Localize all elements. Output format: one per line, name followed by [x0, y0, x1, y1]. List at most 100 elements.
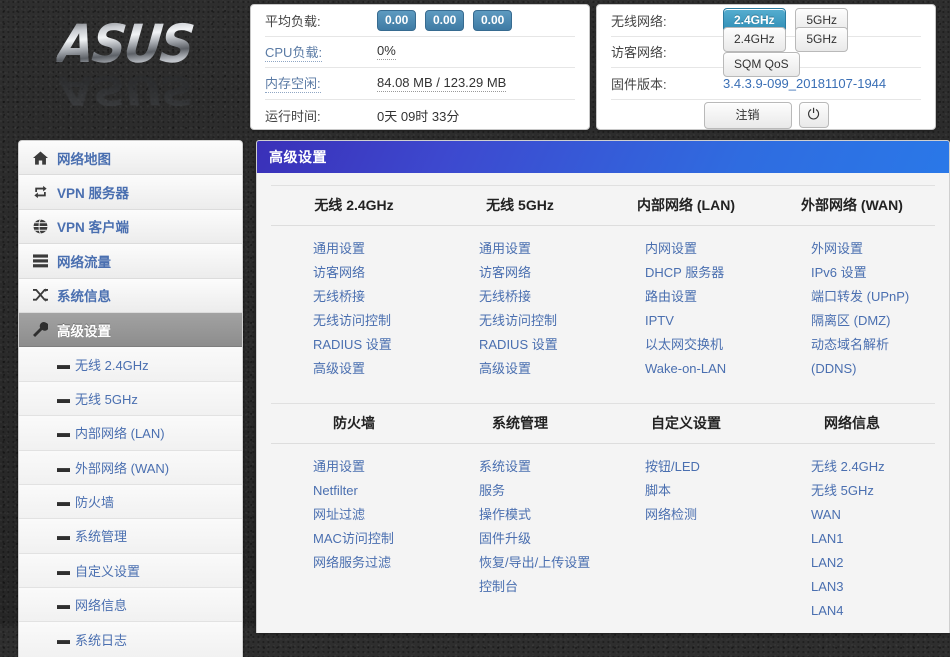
asus-wordmark-reflection: ASUS	[55, 66, 195, 114]
settings-link[interactable]: 按钮/LED	[645, 455, 761, 479]
settings-link[interactable]: 高级设置	[479, 357, 595, 381]
settings-link[interactable]: 内网设置	[645, 237, 761, 261]
settings-link[interactable]: 通用设置	[313, 237, 429, 261]
settings-link[interactable]: 外网设置	[811, 237, 927, 261]
column-links-administration: 系统设置 服务 操作模式 固件升级 恢复/导出/上传设置 控制台	[437, 455, 603, 623]
settings-link[interactable]: 脚本	[645, 479, 761, 503]
settings-link[interactable]: IPTV	[645, 309, 761, 333]
settings-link[interactable]: 服务	[479, 479, 595, 503]
settings-link[interactable]: 系统设置	[479, 455, 595, 479]
settings-link[interactable]: 高级设置	[313, 357, 429, 381]
settings-link[interactable]: 无线访问控制	[313, 309, 429, 333]
sidebar-item-vpn-client[interactable]: VPN 客户端	[19, 209, 242, 245]
sidebar-subitem-lan[interactable]: ▬ 内部网络 (LAN)	[19, 416, 242, 451]
settings-link[interactable]: LAN4	[811, 599, 927, 623]
sidebar-subitem-system-log[interactable]: ▬ 系统日志	[19, 622, 242, 657]
memory-free-label-wrap: 内存空闲:	[265, 73, 377, 94]
dash-icon: ▬	[57, 459, 70, 475]
guest-5ghz-button[interactable]: 5GHz	[795, 26, 848, 52]
settings-link[interactable]: 操作模式	[479, 503, 595, 527]
column-heading: 防火墙	[333, 415, 375, 431]
memory-free-label[interactable]: 内存空闲:	[265, 73, 321, 94]
server-bars-icon	[33, 254, 57, 268]
settings-link[interactable]: WAN	[811, 503, 927, 527]
sidebar-item-network-map[interactable]: 网络地图	[19, 141, 242, 176]
sqm-qos-button[interactable]: SQM QoS	[723, 51, 800, 77]
sidebar-item-advanced-settings[interactable]: 高级设置	[19, 312, 242, 348]
sidebar-subitem-network-info[interactable]: ▬ 网络信息	[19, 588, 242, 623]
wireless-network-label: 无线网络:	[611, 13, 667, 29]
settings-link[interactable]: Netfilter	[313, 479, 429, 503]
settings-link[interactable]: MAC访问控制	[313, 527, 429, 551]
settings-link[interactable]: Wake-on-LAN	[645, 357, 761, 381]
dash-icon: ▬	[57, 390, 70, 406]
dash-icon: ▬	[57, 494, 70, 510]
settings-link[interactable]: 无线 2.4GHz	[811, 455, 927, 479]
settings-link[interactable]: 固件升级	[479, 527, 595, 551]
settings-link[interactable]: 恢复/导出/上传设置	[479, 551, 595, 575]
sidebar-subitem-wireless-5ghz[interactable]: ▬ 无线 5GHz	[19, 381, 242, 417]
sidebar-item-vpn-server[interactable]: VPN 服务器	[19, 175, 242, 210]
settings-link[interactable]: 网络检测	[645, 503, 761, 527]
main-content: 高级设置 无线 2.4GHz 无线 5GHz 内部网络 (LAN) 外部网络 (…	[256, 140, 950, 633]
wrench-icon	[33, 322, 57, 338]
settings-link[interactable]: 控制台	[479, 575, 595, 599]
load-badge: 0.00	[472, 9, 513, 31]
settings-link[interactable]: 动态域名解析 (DDNS)	[811, 333, 927, 381]
sidebar-item-system-info[interactable]: 系统信息	[19, 278, 242, 313]
memory-free-value: 84.08 MB / 123.29 MB	[377, 74, 507, 92]
settings-link[interactable]: LAN1	[811, 527, 927, 551]
firmware-version-value[interactable]: 3.4.3.9-099_20181107-1944	[723, 76, 886, 91]
guest-24ghz-button[interactable]: 2.4GHz	[723, 26, 786, 52]
settings-link[interactable]: 无线 5GHz	[811, 479, 927, 503]
settings-link[interactable]: 无线访问控制	[479, 309, 595, 333]
sidebar-subitem-label: 无线 2.4GHz	[75, 357, 149, 373]
column-heading: 无线 2.4GHz	[314, 197, 394, 213]
settings-link[interactable]: RADIUS 设置	[313, 333, 429, 357]
asus-logo: ASUS ASUS	[54, 13, 196, 114]
dash-icon: ▬	[57, 597, 70, 613]
settings-link[interactable]: 通用设置	[313, 455, 429, 479]
asus-wordmark: ASUS	[54, 13, 196, 75]
logout-row: 注销 ⏻	[611, 100, 921, 132]
settings-link[interactable]: 访客网络	[479, 261, 595, 285]
uptime-value: 0天 09时 33分	[377, 108, 460, 124]
sidebar-subitem-administration[interactable]: ▬ 系统管理	[19, 519, 242, 554]
sidebar-subitem-firewall[interactable]: ▬ 防火墙	[19, 484, 242, 520]
uptime-label: 运行时间:	[265, 108, 321, 124]
home-icon	[33, 151, 57, 165]
settings-link[interactable]: 路由设置	[645, 285, 761, 309]
settings-link[interactable]: RADIUS 设置	[479, 333, 595, 357]
column-links-lan: 内网设置 DHCP 服务器 路由设置 IPTV 以太网交换机 Wake-on-L…	[603, 237, 769, 381]
settings-link[interactable]: 隔离区 (DMZ)	[811, 309, 927, 333]
settings-link[interactable]: LAN3	[811, 575, 927, 599]
dash-icon: ▬	[57, 425, 70, 441]
settings-link[interactable]: LAN2	[811, 551, 927, 575]
sidebar-label: 高级设置	[57, 323, 111, 339]
settings-link[interactable]: 访客网络	[313, 261, 429, 285]
settings-row-2: 防火墙 系统管理 自定义设置 网络信息 通用设置 Netfilter 网址过滤 …	[271, 403, 935, 633]
load-badge: 0.00	[424, 9, 465, 31]
power-icon[interactable]: ⏻	[798, 102, 829, 129]
row1-headings: 无线 2.4GHz 无线 5GHz 内部网络 (LAN) 外部网络 (WAN)	[271, 186, 935, 226]
settings-link[interactable]: 网址过滤	[313, 503, 429, 527]
settings-link[interactable]: 网络服务过滤	[313, 551, 429, 575]
sidebar-subitem-wireless-24ghz[interactable]: ▬ 无线 2.4GHz	[19, 347, 242, 382]
sidebar-label: 网络地图	[57, 151, 111, 167]
settings-link[interactable]: 端口转发 (UPnP)	[811, 285, 927, 309]
row1-links: 通用设置 访客网络 无线桥接 无线访问控制 RADIUS 设置 高级设置 通用设…	[271, 226, 935, 381]
logout-button[interactable]: 注销	[703, 101, 792, 129]
sidebar-item-network-traffic[interactable]: 网络流量	[19, 244, 242, 279]
settings-link[interactable]: DHCP 服务器	[645, 261, 761, 285]
cpu-load-label[interactable]: CPU负载:	[265, 42, 323, 62]
settings-link[interactable]: 通用设置	[479, 237, 595, 261]
settings-link[interactable]: 无线桥接	[313, 285, 429, 309]
sidebar-subitem-label: 系统管理	[75, 529, 128, 545]
settings-link[interactable]: IPv6 设置	[811, 261, 927, 285]
load-average-label: 平均负载:	[265, 13, 321, 29]
sidebar-subitem-customization[interactable]: ▬ 自定义设置	[19, 553, 242, 589]
body-area: 网络地图 VPN 服务器 VPN 客户端 网络流量 系统信息 高级设置 ▬ 无线…	[0, 140, 950, 657]
settings-link[interactable]: 无线桥接	[479, 285, 595, 309]
sidebar-subitem-wan[interactable]: ▬ 外部网络 (WAN)	[19, 450, 242, 485]
settings-link[interactable]: 以太网交换机	[645, 333, 761, 357]
